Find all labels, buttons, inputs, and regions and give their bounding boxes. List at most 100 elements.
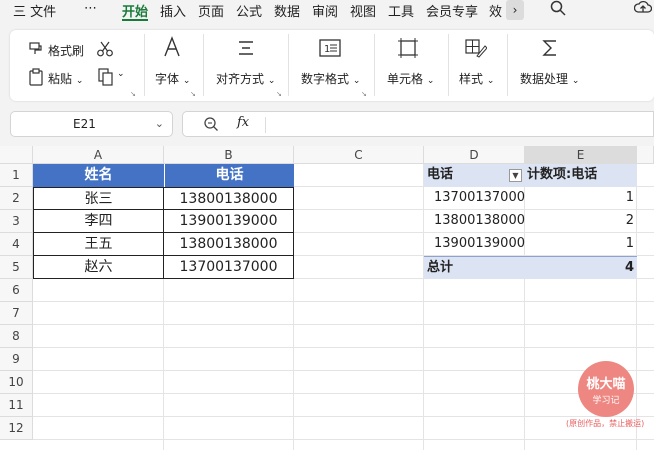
tab-review[interactable]: 审阅 [312, 1, 338, 20]
chevron-down-icon: ⌄ [352, 76, 361, 86]
table-cell-name[interactable]: 张三 [33, 187, 164, 210]
pivot-total-value[interactable]: 4 [525, 256, 637, 279]
cell-reference: E21 [73, 117, 96, 131]
row-header-3[interactable]: 3 [0, 210, 33, 233]
chevron-down-icon: ⌄ [426, 76, 435, 86]
fx-icon[interactable]: fx [237, 115, 249, 130]
pivot-row-label[interactable]: 13900139000 [424, 233, 525, 256]
search-icon[interactable] [550, 0, 566, 20]
table-cell-name[interactable]: 赵六 [33, 255, 164, 279]
divider [448, 34, 449, 96]
formula-input[interactable]: fx [182, 111, 654, 137]
tab-view[interactable]: 视图 [350, 1, 376, 20]
font-button[interactable]: 字体 ⌄ [155, 70, 190, 87]
paste-label: 粘贴 [48, 72, 73, 86]
divider [507, 34, 508, 96]
tab-insert[interactable]: 插入 [160, 1, 186, 20]
format-painter-icon[interactable] [28, 40, 44, 59]
format-painter-button[interactable]: 格式刷 [48, 42, 84, 59]
row-header-10[interactable]: 10 [0, 371, 33, 394]
row-header-12[interactable]: 12 [0, 417, 33, 440]
table-cell-phone[interactable]: 13800138000 [163, 232, 294, 256]
row-header-9[interactable]: 9 [0, 348, 33, 371]
row-header-5[interactable]: 5 [0, 256, 33, 279]
divider [288, 34, 289, 96]
watermark-subtitle: 学习记 [592, 396, 620, 406]
active-tab-underline [122, 19, 148, 21]
tab-formula[interactable]: 公式 [236, 1, 262, 20]
number-format-button[interactable]: 数字格式 ⌄ [301, 70, 360, 87]
align-button[interactable]: 对齐方式 ⌄ [216, 70, 275, 87]
number-format-label: 数字格式 [301, 72, 350, 86]
gridline [33, 416, 654, 417]
filter-dropdown-icon[interactable]: ▼ [509, 169, 522, 182]
pivot-value-header[interactable]: 计数项:电话 [525, 164, 637, 187]
row-header-7[interactable]: 7 [0, 302, 33, 325]
cell-button[interactable]: 单元格 ⌄ [387, 70, 434, 87]
align-launcher-icon[interactable]: ↘ [276, 90, 282, 98]
chevron-down-icon: ⌄ [571, 76, 580, 86]
tab-tools[interactable]: 工具 [388, 1, 414, 20]
pivot-row-value[interactable]: 2 [525, 210, 637, 233]
column-header-e[interactable]: E [525, 146, 637, 164]
column-header-a[interactable]: A [33, 146, 164, 164]
row-header-11[interactable]: 11 [0, 394, 33, 417]
tab-member[interactable]: 会员专享 [426, 1, 478, 20]
number-launcher-icon[interactable]: ↘ [361, 90, 367, 98]
gridline [33, 370, 654, 371]
cloud-upload-icon[interactable] [633, 0, 653, 20]
pivot-row-header[interactable]: 电话 ▼ [424, 164, 525, 187]
row-header-2[interactable]: 2 [0, 187, 33, 210]
select-all-corner[interactable] [0, 146, 33, 164]
column-header-c[interactable]: C [294, 146, 424, 164]
table-header-phone[interactable]: 电话 [164, 164, 294, 187]
paste-button[interactable]: 粘贴 ⌄ [48, 70, 83, 87]
table-cell-name[interactable]: 王五 [33, 232, 164, 256]
menu-bar: 三 文件 ⋯ 开始 插入 页面 公式 数据 审阅 视图 工具 会员专享 效 › [0, 0, 654, 21]
row-header-6[interactable]: 6 [0, 279, 33, 302]
tab-home[interactable]: 开始 [122, 1, 148, 20]
table-header-name[interactable]: 姓名 [33, 164, 164, 187]
tab-effect[interactable]: 效 [489, 1, 502, 20]
row-header-4[interactable]: 4 [0, 233, 33, 256]
pivot-total-label[interactable]: 总计 [424, 256, 525, 279]
table-cell-phone[interactable]: 13800138000 [163, 187, 294, 210]
column-header-f[interactable] [637, 146, 654, 164]
cut-icon[interactable] [96, 40, 114, 61]
pivot-row-value[interactable]: 1 [525, 187, 637, 210]
file-menu[interactable]: 三 文件 [13, 1, 56, 20]
copy-icon[interactable] [98, 68, 114, 89]
pivot-row-value[interactable]: 1 [525, 233, 637, 256]
row-header-8[interactable]: 8 [0, 325, 33, 348]
clipboard-launcher-icon[interactable]: ↘ [130, 90, 136, 98]
divider [144, 34, 145, 96]
pivot-row-header-label: 电话 [427, 167, 454, 182]
chevron-right-icon[interactable]: › [506, 0, 524, 20]
row-header-1[interactable]: 1 [0, 164, 33, 187]
column-header-d[interactable]: D [424, 146, 525, 164]
pivot-row-label[interactable]: 13800138000 [424, 210, 525, 233]
style-button[interactable]: 样式 ⌄ [459, 70, 494, 87]
font-label: 字体 [155, 72, 180, 86]
table-cell-phone[interactable]: 13700137000 [163, 255, 294, 279]
chevron-down-icon[interactable]: ⌄ [155, 117, 164, 130]
align-label: 对齐方式 [216, 72, 265, 86]
gridline [33, 393, 654, 394]
tab-data[interactable]: 数据 [274, 1, 300, 20]
tab-page[interactable]: 页面 [198, 1, 224, 20]
more-menu[interactable]: ⋯ [84, 1, 97, 16]
gridline [33, 301, 654, 302]
data-process-button[interactable]: 数据处理 ⌄ [520, 70, 579, 87]
zoom-search-icon[interactable] [203, 116, 219, 136]
cell-label: 单元格 [387, 72, 424, 86]
copy-dropdown-icon[interactable]: ⌄ [117, 69, 125, 79]
paste-icon[interactable] [28, 68, 44, 89]
font-launcher-icon[interactable]: ↘ [190, 90, 196, 98]
column-header-b[interactable]: B [164, 146, 294, 164]
table-cell-phone[interactable]: 13900139000 [163, 209, 294, 233]
style-icon [465, 38, 488, 63]
svg-text:1: 1 [324, 44, 330, 55]
name-box[interactable]: E21 ⌄ [10, 111, 173, 137]
table-cell-name[interactable]: 李四 [33, 209, 164, 233]
pivot-row-label[interactable]: 13700137000 [424, 187, 525, 210]
